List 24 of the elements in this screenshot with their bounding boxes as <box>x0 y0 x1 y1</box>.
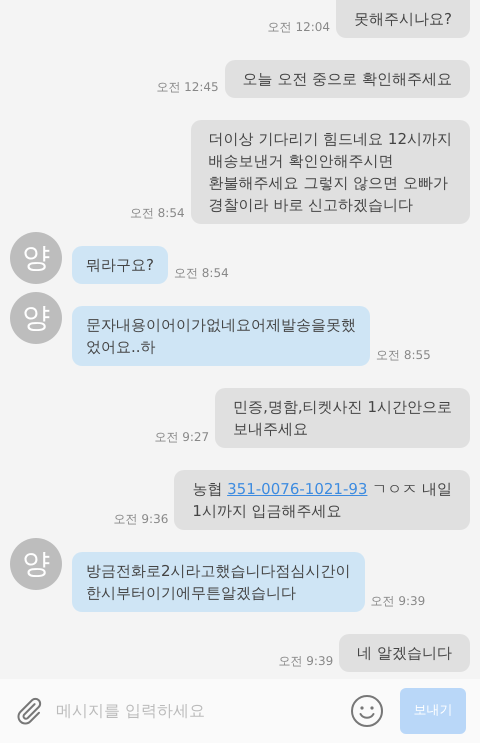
avatar: 양 <box>10 292 62 344</box>
message-text: 더이상 기다리기 힘드네요 12시까지 배송보낸거 확인안해주시면 환불해주세요 그렇지 않으면 오빠가 경찰이라 바로 신고하겠습니다 <box>208 129 452 216</box>
avatar: 양 <box>10 232 62 284</box>
message-time: 오전 12:45 <box>156 79 219 96</box>
message-time: 오전 9:39 <box>278 653 334 670</box>
message-text: 방금전화로2시라고했습니다점심시간이 한시부터이기에무튼알겠습니다 <box>86 561 351 604</box>
message-time: 오전 8:54 <box>130 205 185 222</box>
message-text: 네 알겠습니다 <box>357 643 452 664</box>
message-time: 오전 9:27 <box>154 429 210 446</box>
avatar: 양 <box>10 538 62 590</box>
message-text: 문자내용이어이가없네요어제발송을못했 었어요..하 <box>86 315 356 358</box>
message-text: 민증,명함,티켓사진 1시간안으로 보내주세요 <box>233 397 452 440</box>
message-text: 못해주시나요? <box>354 9 452 30</box>
message-text: 뭐라구요? <box>86 255 154 276</box>
message-input[interactable]: 메시지를 입력하세요 <box>52 699 342 723</box>
message-text: 농협 351-0076-1021-93 ㄱㅇㅈ 내일 1시까지 입금해주세요 <box>192 479 452 522</box>
message-time: 오전 12:04 <box>268 19 330 36</box>
message-time: 오전 8:54 <box>174 265 229 282</box>
message-text: 오늘 오전 중으로 확인해주세요 <box>242 69 452 90</box>
message-time: 오전 8:55 <box>376 347 431 364</box>
account-link[interactable]: 351-0076-1021-93 <box>227 480 368 498</box>
message-time: 오전 9:39 <box>370 593 426 610</box>
message-time: 오전 9:36 <box>114 511 168 528</box>
emoji-icon[interactable] <box>350 694 384 728</box>
